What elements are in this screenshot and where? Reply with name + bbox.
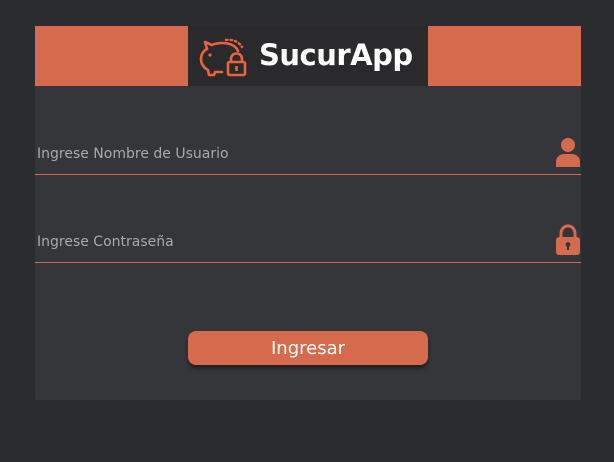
- logo: SucurApp: [188, 26, 428, 86]
- brand-name: SucurApp: [259, 38, 413, 72]
- user-icon: [556, 138, 580, 167]
- login-button[interactable]: Ingresar: [188, 331, 428, 365]
- password-input[interactable]: [35, 222, 537, 262]
- username-field: [35, 134, 581, 175]
- login-card: SucurApp Ingresar: [35, 26, 581, 400]
- piggy-bank-lock-icon: [199, 38, 247, 77]
- password-field: [35, 222, 581, 263]
- header-banner: SucurApp: [35, 26, 581, 86]
- lock-icon: [556, 224, 580, 255]
- username-input[interactable]: [35, 134, 537, 174]
